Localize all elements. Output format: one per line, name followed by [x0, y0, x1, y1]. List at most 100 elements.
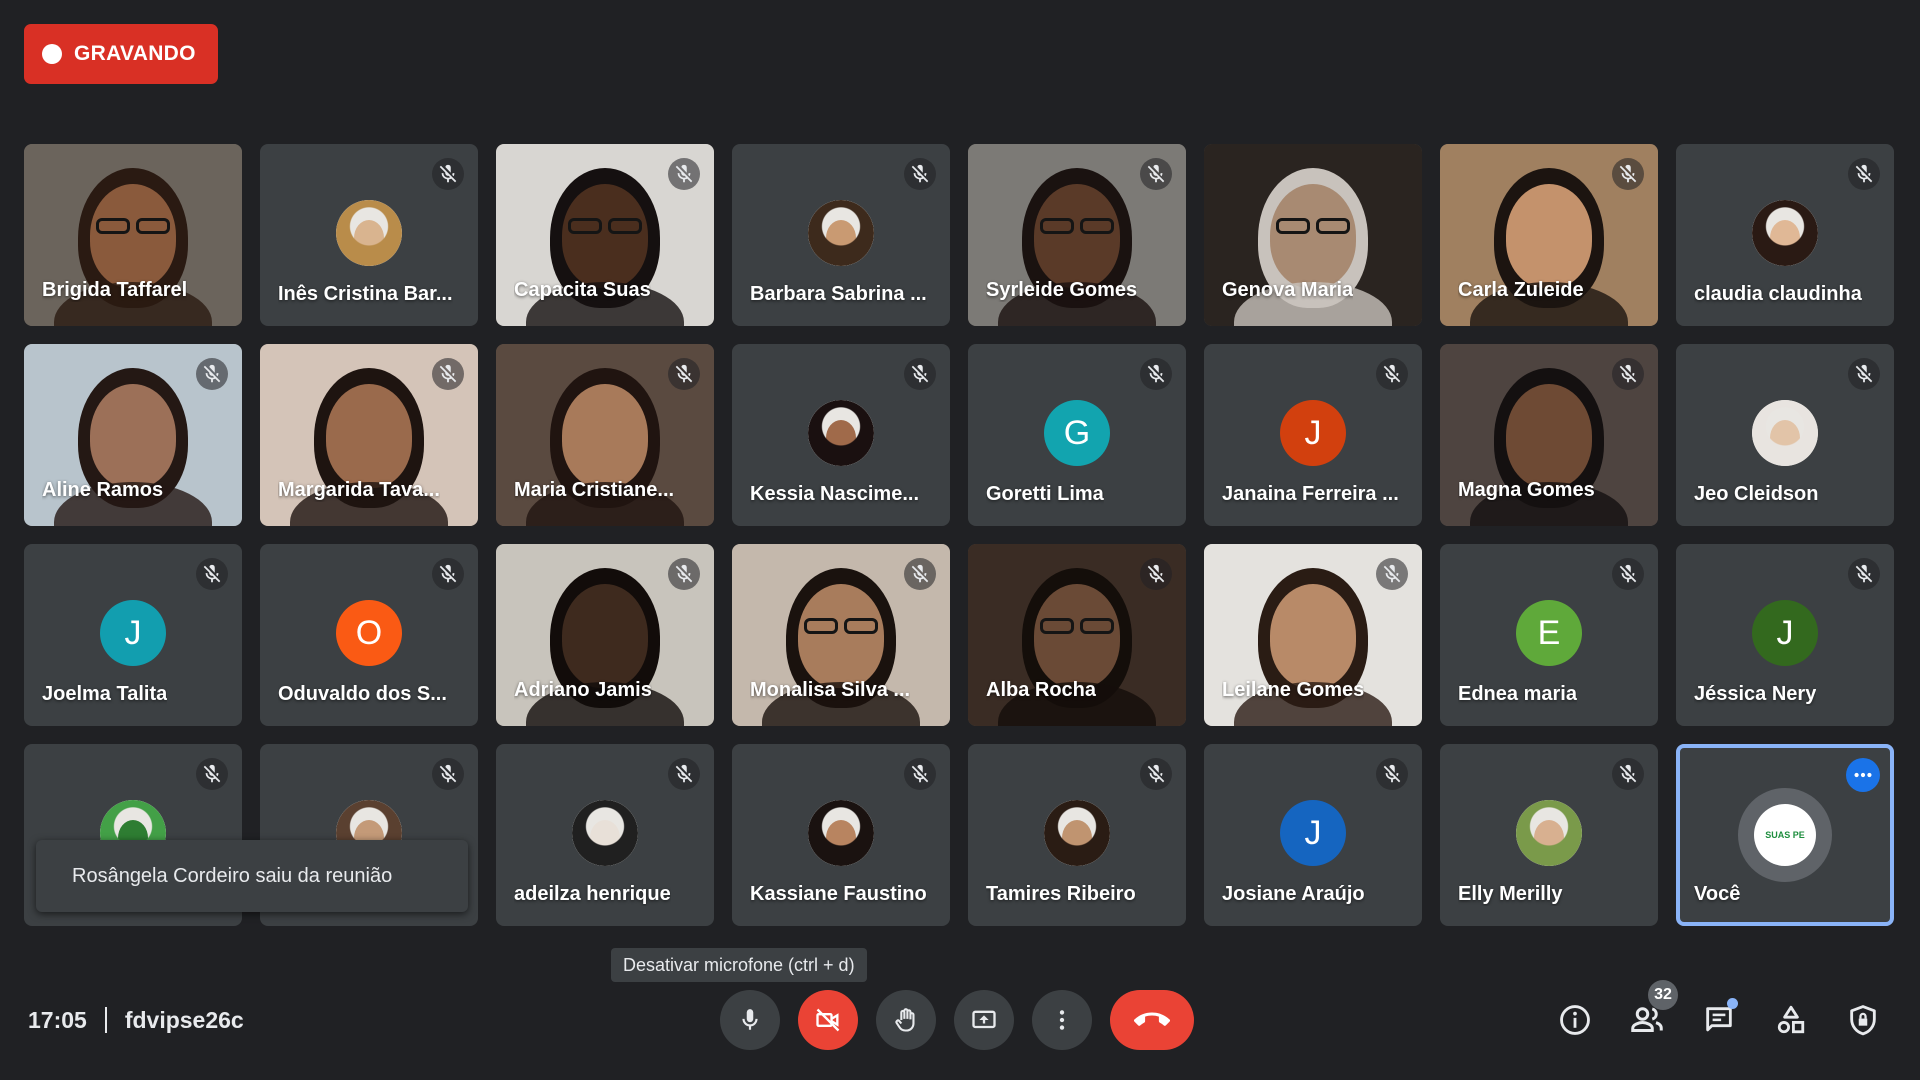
participant-tile-leilane-gomes[interactable]: Leilane Gomes	[1204, 544, 1422, 726]
participant-tile-josiane-araujo[interactable]: J Josiane Araújo	[1204, 744, 1422, 926]
participant-name: Carla Zuleide	[1458, 279, 1584, 301]
participant-tile-tamires-ribeiro[interactable]: Tamires Ribeiro	[968, 744, 1186, 926]
participant-tile-carla-zuleide[interactable]: Carla Zuleide	[1440, 144, 1658, 326]
mic-off-icon	[1848, 358, 1880, 390]
avatar	[808, 200, 874, 266]
participant-name: Você	[1694, 883, 1741, 905]
chat-button[interactable]	[1698, 996, 1740, 1044]
participant-tile-aline-ramos[interactable]: Aline Ramos	[24, 344, 242, 526]
participants-button[interactable]: 32	[1626, 980, 1678, 1044]
participant-tile-claudia-claudinha[interactable]: claudia claudinha	[1676, 144, 1894, 326]
mic-off-icon	[668, 558, 700, 590]
participant-tile-joelma-talita[interactable]: J Joelma Talita	[24, 544, 242, 726]
participant-name: adeilza henrique	[514, 883, 671, 905]
participant-name: Inês Cristina Bar...	[278, 283, 453, 305]
participant-count-badge: 32	[1648, 980, 1678, 1010]
info-icon	[1560, 1005, 1590, 1035]
participant-tile-brigida-taffarel[interactable]: Brigida Taffarel	[24, 144, 242, 326]
mic-off-icon	[432, 358, 464, 390]
participant-tile-goretti-lima[interactable]: G Goretti Lima	[968, 344, 1186, 526]
mic-off-icon	[196, 358, 228, 390]
toast-message: Rosângela Cordeiro saiu da reunião	[72, 864, 393, 887]
participant-name: Genova Maria	[1222, 279, 1354, 301]
participant-tile-janaina-ferreira[interactable]: J Janaina Ferreira ...	[1204, 344, 1422, 526]
mic-icon	[742, 1009, 758, 1030]
mic-off-icon	[1612, 558, 1644, 590]
participant-name: Jeo Cleidson	[1694, 483, 1819, 505]
mic-off-icon	[1612, 758, 1644, 790]
participant-tile-jessica-nery[interactable]: J Jéssica Nery	[1676, 544, 1894, 726]
participant-tile-adeilza-henrique[interactable]: adeilza henrique	[496, 744, 714, 926]
host-controls-button[interactable]	[1842, 996, 1884, 1044]
mic-off-icon	[432, 158, 464, 190]
mic-off-icon	[1376, 558, 1408, 590]
mic-off-icon	[1140, 158, 1172, 190]
more-options-button[interactable]	[1032, 990, 1092, 1050]
participant-name: Magna Gomes	[1458, 479, 1595, 501]
participant-name: Brigida Taffarel	[42, 279, 188, 301]
chat-unread-dot	[1727, 998, 1738, 1009]
present-screen-button[interactable]	[954, 990, 1014, 1050]
mic-off-icon	[904, 358, 936, 390]
participant-name: Ednea maria	[1458, 683, 1577, 705]
present-screen-icon	[972, 1010, 996, 1029]
participant-tile-capacita-suas[interactable]: Capacita Suas	[496, 144, 714, 326]
participant-tile-magna-gomes[interactable]: Magna Gomes	[1440, 344, 1658, 526]
participant-tile-ednea-maria[interactable]: E Ednea maria	[1440, 544, 1658, 726]
mic-off-icon	[1612, 158, 1644, 190]
mic-off-icon	[668, 358, 700, 390]
activities-button[interactable]	[1770, 996, 1812, 1044]
camera-button[interactable]	[798, 990, 858, 1050]
participant-tile-kassiane-faustino[interactable]: Kassiane Faustino	[732, 744, 950, 926]
meeting-code[interactable]: fdvipse26c	[125, 1007, 244, 1034]
participant-name: Goretti Lima	[986, 483, 1104, 505]
participant-tile-margarida-tava[interactable]: Margarida Tava...	[260, 344, 478, 526]
microphone-button[interactable]	[720, 990, 780, 1050]
avatar	[1752, 200, 1818, 266]
raise-hand-icon	[895, 1008, 915, 1032]
avatar	[808, 800, 874, 866]
mic-tooltip: Desativar microfone (ctrl + d)	[611, 948, 867, 982]
participant-name: Syrleide Gomes	[986, 279, 1138, 301]
participant-tile-barbara-sabrina[interactable]: Barbara Sabrina ...	[732, 144, 950, 326]
raise-hand-button[interactable]	[876, 990, 936, 1050]
mic-off-icon	[432, 758, 464, 790]
participant-name: Maria Cristiane...	[514, 479, 675, 501]
meeting-info: 17:05 fdvipse26c	[28, 1000, 244, 1040]
participant-tile-alba-rocha[interactable]: Alba Rocha	[968, 544, 1186, 726]
participant-tile-elly-merilly[interactable]: Elly Merilly	[1440, 744, 1658, 926]
mic-off-icon	[1848, 558, 1880, 590]
participant-tile-ines-cristina-bar[interactable]: Inês Cristina Bar...	[260, 144, 478, 326]
mic-off-icon	[904, 758, 936, 790]
participant-tile-kessia-nascime[interactable]: Kessia Nascime...	[732, 344, 950, 526]
participant-name: Jéssica Nery	[1694, 683, 1817, 705]
tile-options-button[interactable]	[1846, 758, 1880, 792]
activities-icon	[1777, 1005, 1805, 1034]
participant-tile-oduvaldo-dos-s[interactable]: O Oduvaldo dos S...	[260, 544, 478, 726]
hang-up-icon	[1134, 1012, 1170, 1026]
avatar: J	[1752, 600, 1818, 666]
participant-tile-voce[interactable]: SUAS PE Você	[1676, 744, 1894, 926]
mic-off-icon	[904, 558, 936, 590]
recording-dot-icon	[42, 44, 62, 64]
participant-tile-genova-maria[interactable]: Genova Maria	[1204, 144, 1422, 326]
mic-off-icon	[1140, 758, 1172, 790]
participant-name: Kessia Nascime...	[750, 483, 919, 505]
participant-tile-syrleide-gomes[interactable]: Syrleide Gomes	[968, 144, 1186, 326]
meeting-info-divider	[104, 1007, 107, 1033]
participant-tile-adriano-jamis[interactable]: Adriano Jamis	[496, 544, 714, 726]
meeting-details-button[interactable]	[1554, 996, 1596, 1044]
participant-tile-maria-cristiane[interactable]: Maria Cristiane...	[496, 344, 714, 526]
recording-badge: GRAVANDO	[24, 24, 218, 84]
mic-off-icon	[196, 758, 228, 790]
participant-name: Adriano Jamis	[514, 679, 652, 701]
avatar	[1752, 400, 1818, 466]
participant-tile-monalisa-silva[interactable]: Monalisa Silva ...	[732, 544, 950, 726]
mic-off-icon	[1376, 358, 1408, 390]
leave-call-button[interactable]	[1110, 990, 1194, 1050]
recording-label: GRAVANDO	[74, 42, 196, 65]
mic-off-icon	[668, 758, 700, 790]
participant-name: Janaina Ferreira ...	[1222, 483, 1399, 505]
avatar	[336, 200, 402, 266]
participant-tile-jeo-cleidson[interactable]: Jeo Cleidson	[1676, 344, 1894, 526]
